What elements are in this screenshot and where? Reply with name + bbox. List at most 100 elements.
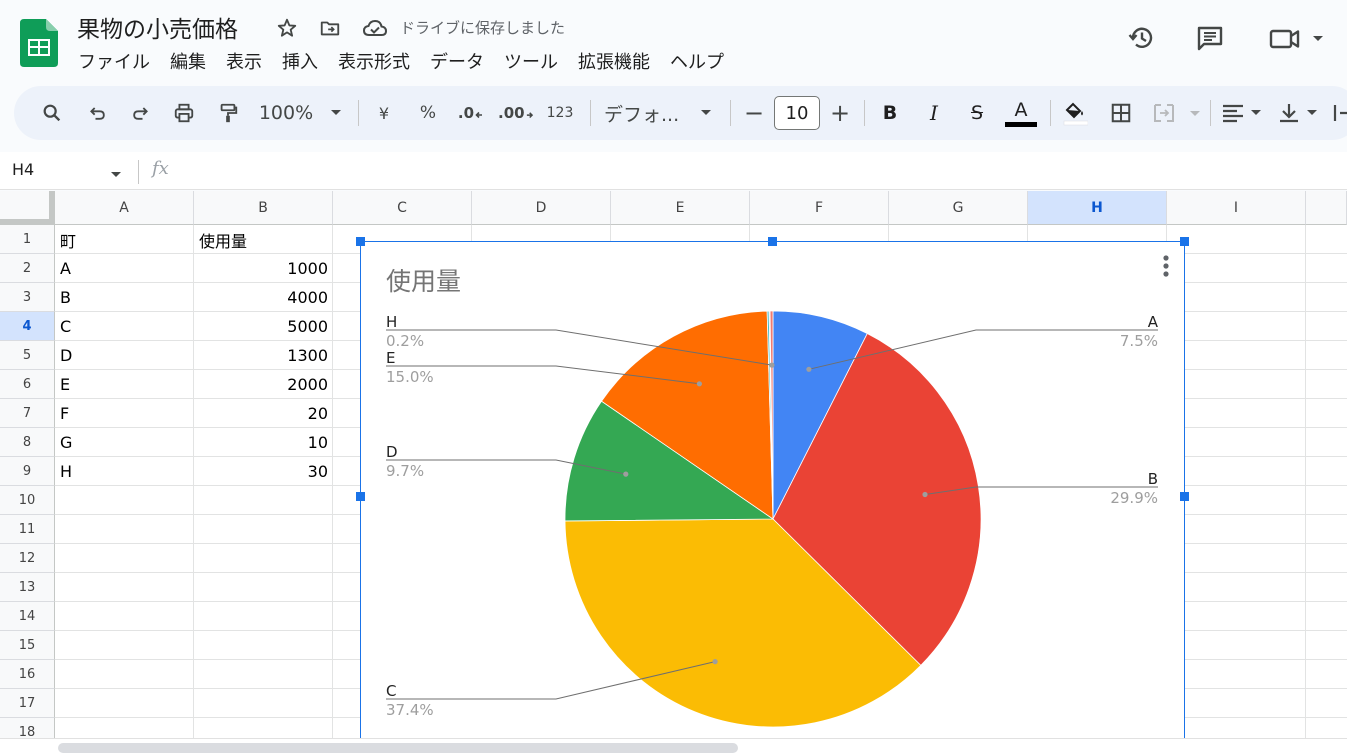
- fill-color-icon[interactable]: [1060, 86, 1090, 140]
- select-all-corner[interactable]: [0, 191, 55, 225]
- chart-resize-handle[interactable]: [1180, 237, 1189, 246]
- column-header-f[interactable]: F: [750, 191, 889, 225]
- menu-insert[interactable]: 挿入: [272, 46, 328, 76]
- column-header-j[interactable]: [1306, 191, 1347, 225]
- version-history-icon[interactable]: [1126, 22, 1158, 54]
- horizontal-scrollbar-thumb[interactable]: [58, 743, 738, 753]
- comments-icon[interactable]: [1194, 22, 1226, 54]
- zoom-dropdown-icon[interactable]: [326, 86, 346, 140]
- paint-format-icon[interactable]: [212, 86, 244, 140]
- menu-extensions[interactable]: 拡張機能: [568, 46, 660, 76]
- column-header-c[interactable]: C: [333, 191, 472, 225]
- row-header[interactable]: 11: [0, 515, 55, 544]
- row-header[interactable]: 7: [0, 399, 55, 428]
- move-to-folder-icon[interactable]: [318, 16, 342, 40]
- cell-b9[interactable]: 30: [194, 457, 332, 486]
- cell-b4[interactable]: 5000: [194, 312, 332, 341]
- column-header-i[interactable]: I: [1167, 191, 1306, 225]
- document-title[interactable]: 果物の小売価格: [77, 10, 238, 44]
- column-header-a[interactable]: A: [55, 191, 194, 225]
- undo-icon[interactable]: [82, 86, 114, 140]
- cell-b8[interactable]: 10: [194, 428, 332, 457]
- cell-a3[interactable]: B: [55, 283, 193, 312]
- row-header[interactable]: 15: [0, 631, 55, 660]
- row-header[interactable]: 12: [0, 544, 55, 573]
- increase-font-size-button[interactable]: +: [828, 86, 852, 140]
- chart-resize-handle[interactable]: [356, 492, 365, 501]
- increase-decimal-button[interactable]: .00: [498, 86, 534, 140]
- percent-format-button[interactable]: %: [414, 86, 442, 140]
- cell-a9[interactable]: H: [55, 457, 193, 486]
- merge-cells-icon[interactable]: [1150, 86, 1204, 140]
- column-header-g[interactable]: G: [889, 191, 1028, 225]
- cell-a8[interactable]: G: [55, 428, 193, 457]
- spreadsheet-grid[interactable]: A B C D E F G H I 1 2 3 4 5 6 7 8 9 10 1…: [0, 191, 1347, 756]
- column-header-b[interactable]: B: [194, 191, 333, 225]
- cell-a2[interactable]: A: [55, 254, 193, 283]
- decrease-font-size-button[interactable]: −: [742, 86, 766, 140]
- cell-b3[interactable]: 4000: [194, 283, 332, 312]
- horizontal-scrollbar[interactable]: [0, 738, 1347, 756]
- menu-format[interactable]: 表示形式: [328, 46, 420, 76]
- cell-a1[interactable]: 町: [55, 225, 193, 254]
- more-formats-button[interactable]: 123: [542, 86, 578, 140]
- cell-b1[interactable]: 使用量: [194, 225, 332, 254]
- row-header[interactable]: 14: [0, 602, 55, 631]
- row-header[interactable]: 6: [0, 370, 55, 399]
- print-icon[interactable]: [168, 86, 200, 140]
- bold-button[interactable]: B: [878, 86, 902, 140]
- chart-resize-handle[interactable]: [1180, 492, 1189, 501]
- sheets-logo-icon[interactable]: [20, 19, 58, 67]
- borders-icon[interactable]: [1106, 86, 1136, 140]
- redo-icon[interactable]: [124, 86, 156, 140]
- name-box[interactable]: H4: [12, 160, 34, 179]
- row-header[interactable]: 10: [0, 486, 55, 515]
- search-menus-icon[interactable]: [32, 86, 72, 140]
- zoom-select[interactable]: 100%: [254, 86, 318, 140]
- star-icon[interactable]: [275, 16, 299, 40]
- strikethrough-button[interactable]: S: [964, 86, 990, 140]
- chart-resize-handle[interactable]: [356, 237, 365, 246]
- italic-button[interactable]: I: [922, 86, 946, 140]
- menu-file[interactable]: ファイル: [68, 46, 160, 76]
- cell-a5[interactable]: D: [55, 341, 193, 370]
- row-header[interactable]: 8: [0, 428, 55, 457]
- row-header[interactable]: 2: [0, 254, 55, 283]
- cell-b5[interactable]: 1300: [194, 341, 332, 370]
- menu-view[interactable]: 表示: [216, 46, 272, 76]
- name-box-dropdown-icon[interactable]: [110, 164, 122, 183]
- cell-b6[interactable]: 2000: [194, 370, 332, 399]
- text-wrapping-icon[interactable]: [1330, 86, 1347, 140]
- column-header-d[interactable]: D: [472, 191, 611, 225]
- font-dropdown-icon[interactable]: [696, 86, 716, 140]
- menu-tools[interactable]: ツール: [494, 46, 568, 76]
- font-size-input[interactable]: 10: [774, 96, 820, 130]
- chart-resize-handle[interactable]: [768, 237, 777, 246]
- row-header[interactable]: 9: [0, 457, 55, 486]
- text-color-button[interactable]: A: [1004, 86, 1038, 140]
- pie-chart[interactable]: 使用量 H 0.2% E 15.0% D 9.7% C 37.4% A 7.5% B 29.9%: [360, 241, 1185, 756]
- row-header[interactable]: 13: [0, 573, 55, 602]
- cell-b7[interactable]: 20: [194, 399, 332, 428]
- cell-a7[interactable]: F: [55, 399, 193, 428]
- menu-data[interactable]: データ: [420, 46, 494, 76]
- menu-edit[interactable]: 編集: [160, 46, 216, 76]
- row-header[interactable]: 5: [0, 341, 55, 370]
- row-header[interactable]: 17: [0, 689, 55, 718]
- row-header[interactable]: 1: [0, 225, 55, 254]
- menu-help[interactable]: ヘルプ: [660, 46, 734, 76]
- font-family-select[interactable]: デフォ...: [604, 86, 684, 140]
- row-header[interactable]: 16: [0, 660, 55, 689]
- cell-a4[interactable]: C: [55, 312, 193, 341]
- horizontal-align-icon[interactable]: [1220, 86, 1266, 140]
- column-header-e[interactable]: E: [611, 191, 750, 225]
- vertical-align-icon[interactable]: [1276, 86, 1322, 140]
- cloud-saved-icon[interactable]: [362, 16, 388, 40]
- row-header[interactable]: 4: [0, 312, 55, 341]
- row-header[interactable]: 3: [0, 283, 55, 312]
- cell-a6[interactable]: E: [55, 370, 193, 399]
- cell-b2[interactable]: 1000: [194, 254, 332, 283]
- meet-video-icon[interactable]: [1266, 22, 1328, 54]
- column-header-h[interactable]: H: [1028, 191, 1167, 225]
- decrease-decimal-button[interactable]: .0: [454, 86, 488, 140]
